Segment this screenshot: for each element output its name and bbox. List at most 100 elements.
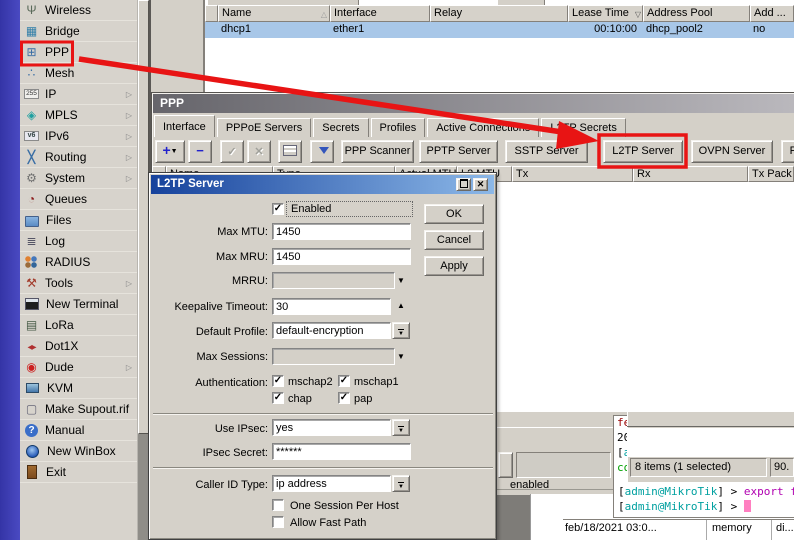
- sidebar-item-bridge[interactable]: Bridge: [20, 21, 137, 42]
- sidebar-item-radius[interactable]: RADIUS: [20, 252, 137, 273]
- sidebar-item-system[interactable]: System▷: [20, 168, 137, 189]
- add-button[interactable]: +▼: [155, 140, 185, 163]
- dhcp-table-row-selected[interactable]: dhcp1 ether1 00:10:00 dhcp_pool2 no: [205, 22, 794, 38]
- ppp-scanner-button[interactable]: PPP Scanner: [341, 140, 414, 163]
- dropdown-arrow-icon[interactable]: ▼: [397, 276, 409, 285]
- combo-dropdown-button[interactable]: ▼: [392, 419, 410, 436]
- chap-checkbox[interactable]: ✓: [272, 392, 284, 404]
- log-cell-time: feb/18/2021 03:0...: [565, 522, 657, 534]
- mschap2-checkbox[interactable]: ✓: [272, 375, 284, 387]
- sidebar-item-ppp[interactable]: PPP: [20, 42, 137, 63]
- remove-button[interactable]: −: [188, 140, 212, 163]
- tab-pppoe-servers[interactable]: PPPoE Servers: [217, 118, 311, 137]
- column-header-name[interactable]: Name△: [218, 5, 330, 22]
- tab-l2tp-secrets[interactable]: L2TP Secrets: [541, 118, 625, 137]
- sidebar-item-label: Files: [46, 213, 71, 227]
- sidebar-item-lora[interactable]: LoRa: [20, 315, 137, 336]
- enabled-checkbox[interactable]: ✓: [272, 203, 284, 215]
- column-label: Address Pool: [647, 7, 712, 19]
- sidebar-item-queues[interactable]: Queues: [20, 189, 137, 210]
- caret-down-icon: ▼: [171, 148, 178, 155]
- dropdown-arrow-icon[interactable]: ▼: [397, 352, 409, 361]
- terminal-user: admin@MikroTik: [625, 500, 718, 513]
- column-header-add[interactable]: Add ...: [750, 5, 794, 22]
- default-profile-select[interactable]: default-encryption: [272, 322, 391, 339]
- tab-secrets[interactable]: Secrets: [313, 118, 368, 137]
- maximize-button[interactable]: [456, 178, 471, 191]
- sidebar-item-wireless[interactable]: Wireless: [20, 0, 137, 21]
- combo-dropdown-button[interactable]: ▼: [392, 475, 410, 492]
- ppp-window-titlebar[interactable]: PPP: [153, 94, 794, 113]
- sidebar-item-exit[interactable]: Exit: [20, 462, 137, 483]
- submenu-arrow-icon: ▷: [126, 153, 132, 162]
- apply-button[interactable]: Apply: [424, 256, 484, 276]
- mschap2-label: mschap2: [288, 376, 333, 388]
- disable-button-disabled: ✕: [247, 140, 271, 163]
- row-cell-interface: ether1: [330, 22, 430, 38]
- ipsec-secret-input[interactable]: ******: [272, 443, 411, 460]
- ok-button[interactable]: OK: [424, 204, 484, 224]
- sidebar-item-log[interactable]: Log: [20, 231, 137, 252]
- pap-checkbox[interactable]: ✓: [338, 392, 350, 404]
- sidebar-item-new-terminal[interactable]: New Terminal: [20, 294, 137, 315]
- dialog-titlebar[interactable]: L2TP Server: [151, 175, 494, 194]
- column-header-relay[interactable]: Relay: [430, 5, 568, 22]
- sidebar-item-kvm[interactable]: KVM: [20, 378, 137, 399]
- ovpn-server-button[interactable]: OVPN Server: [691, 140, 773, 163]
- sidebar-item-label: IPv6: [45, 129, 69, 143]
- column-header-lease-time[interactable]: Lease Time▽: [568, 5, 643, 22]
- mrru-input[interactable]: [272, 272, 395, 289]
- cross-icon: ✕: [254, 146, 263, 158]
- column-header-interface[interactable]: Interface: [330, 5, 430, 22]
- combo-dropdown-button[interactable]: ▼: [392, 322, 410, 339]
- use-ipsec-select[interactable]: yes: [272, 419, 391, 436]
- sidebar-item-manual[interactable]: Manual: [20, 420, 137, 441]
- tab-interface[interactable]: Interface: [154, 115, 215, 137]
- column-header-tx[interactable]: Tx: [512, 166, 633, 182]
- filter-button[interactable]: [310, 140, 334, 163]
- sstp-server-button[interactable]: SSTP Server: [505, 140, 588, 163]
- enabled-label-focus[interactable]: Enabled: [286, 201, 413, 217]
- sidebar-item-new-winbox[interactable]: New WinBox: [20, 441, 137, 462]
- button-label: PP: [790, 145, 794, 157]
- mschap1-checkbox[interactable]: ✓: [338, 375, 350, 387]
- max-mru-label: Max MRU:: [150, 251, 268, 263]
- tab-profiles[interactable]: Profiles: [371, 118, 426, 137]
- sidebar-item-ipv6[interactable]: IPv6▷: [20, 126, 137, 147]
- enable-button-disabled: ✓: [220, 140, 244, 163]
- sidebar-item-mesh[interactable]: Mesh: [20, 63, 137, 84]
- column-header-rx[interactable]: Rx: [633, 166, 748, 182]
- allow-fast-path-checkbox[interactable]: [272, 516, 284, 528]
- tools-icon: [24, 276, 39, 290]
- sidebar-item-dude[interactable]: Dude▷: [20, 357, 137, 378]
- max-sessions-input[interactable]: [272, 348, 395, 365]
- funnel-icon: [323, 147, 325, 152]
- caller-id-type-select[interactable]: ip address: [272, 475, 391, 492]
- comment-button[interactable]: [278, 140, 302, 163]
- pptp-server-button[interactable]: PPTP Server: [419, 140, 498, 163]
- max-mtu-input[interactable]: 1450: [272, 223, 411, 240]
- sidebar-item-tools[interactable]: Tools▷: [20, 273, 137, 294]
- sidebar-item-mpls[interactable]: MPLS▷: [20, 105, 137, 126]
- sidebar-item-label: Exit: [46, 465, 66, 479]
- terminal-input-line[interactable]: [admin@MikroTik] >: [618, 500, 751, 513]
- sidebar-item-ip[interactable]: IP▷: [20, 84, 137, 105]
- clipped-button[interactable]: PP: [781, 140, 794, 163]
- column-header-address-pool[interactable]: Address Pool: [643, 5, 750, 22]
- keepalive-timeout-input[interactable]: 30: [272, 298, 391, 315]
- sidebar-item-make-supout[interactable]: Make Supout.rif: [20, 399, 137, 420]
- one-session-per-host-checkbox[interactable]: [272, 499, 284, 511]
- sidebar-item-routing[interactable]: Routing▷: [20, 147, 137, 168]
- spin-up-icon[interactable]: ▲: [397, 301, 409, 310]
- tab-active-connections[interactable]: Active Connections: [427, 118, 539, 137]
- close-button[interactable]: ✕: [473, 178, 488, 191]
- column-header-tx-packets[interactable]: Tx Pack: [748, 166, 794, 182]
- cancel-button[interactable]: Cancel: [424, 230, 484, 250]
- max-mru-input[interactable]: 1450: [272, 248, 411, 265]
- l2tp-server-button[interactable]: L2TP Server: [603, 140, 683, 163]
- sidebar-item-files[interactable]: Files: [20, 210, 137, 231]
- sidebar-item-label: LoRa: [45, 318, 74, 332]
- sidebar-item-dot1x[interactable]: Dot1X: [20, 336, 137, 357]
- sidebar-item-label: Tools: [45, 276, 73, 290]
- minus-icon: −: [196, 143, 204, 158]
